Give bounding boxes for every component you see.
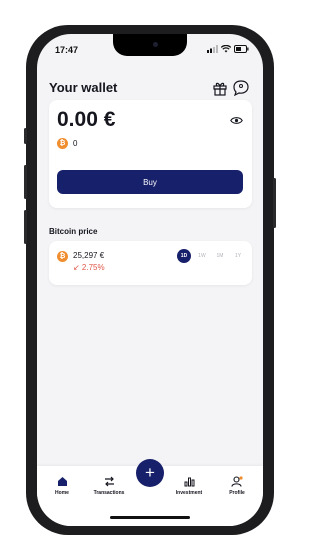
btc-amount: 0 [73, 139, 78, 148]
transactions-icon [104, 476, 114, 487]
period-1y[interactable]: 1Y [231, 249, 245, 263]
bitcoin-icon: ₿ [57, 251, 68, 262]
nav-transactions[interactable]: Transactions [89, 476, 129, 496]
profile-icon [231, 476, 243, 487]
period-1w[interactable]: 1W [195, 249, 209, 263]
home-icon [57, 477, 67, 486]
nav-investment[interactable]: Investment [169, 476, 209, 496]
eye-icon[interactable] [230, 116, 243, 125]
bitcoin-price-value: 25,297 € [73, 251, 105, 260]
bitcoin-price-change: ↙ 2.75% [73, 263, 105, 272]
bitcoin-price-title: Bitcoin price [49, 227, 98, 236]
chat-icon[interactable] [233, 80, 249, 96]
nav-home[interactable]: Home [42, 476, 82, 496]
status-icons [207, 45, 249, 53]
period-1d[interactable]: 1D [177, 249, 191, 263]
bitcoin-icon: ₿ [57, 138, 68, 149]
power-button [273, 178, 276, 228]
volume-up-button [24, 165, 27, 199]
period-selector: 1D 1W 1M 1Y [177, 249, 245, 263]
add-button[interactable]: + [136, 459, 164, 487]
home-indicator [110, 516, 190, 519]
nav-profile-label: Profile [229, 490, 245, 496]
mute-switch [24, 128, 27, 144]
status-time: 17:47 [55, 45, 79, 55]
camera [153, 42, 158, 47]
signal-icon [207, 45, 218, 53]
nav-profile[interactable]: Profile [217, 476, 257, 496]
period-1m[interactable]: 1M [213, 249, 227, 263]
gift-icon[interactable] [212, 80, 228, 96]
nav-investment-label: Investment [175, 490, 203, 496]
app-screen: 17:47 Your wallet 0.00 € ₿ 0 Buy Bitcoin… [37, 34, 263, 526]
volume-down-button [24, 210, 27, 244]
investment-icon [184, 477, 194, 487]
nav-transactions-label: Transactions [93, 490, 125, 496]
nav-home-label: Home [55, 490, 69, 496]
buy-button[interactable]: Buy [57, 170, 243, 194]
wallet-balance: 0.00 € [57, 108, 116, 131]
page-title: Your wallet [49, 80, 118, 95]
bitcoin-price-card[interactable]: ₿ 25,297 € ↙ 2.75% 1D 1W 1M 1Y [49, 241, 252, 285]
wifi-icon [221, 45, 231, 53]
btc-holding-row: ₿ 0 [57, 138, 77, 149]
balance-card: 0.00 € ₿ 0 Buy [49, 100, 252, 208]
notch [113, 34, 187, 56]
battery-icon [234, 45, 249, 53]
